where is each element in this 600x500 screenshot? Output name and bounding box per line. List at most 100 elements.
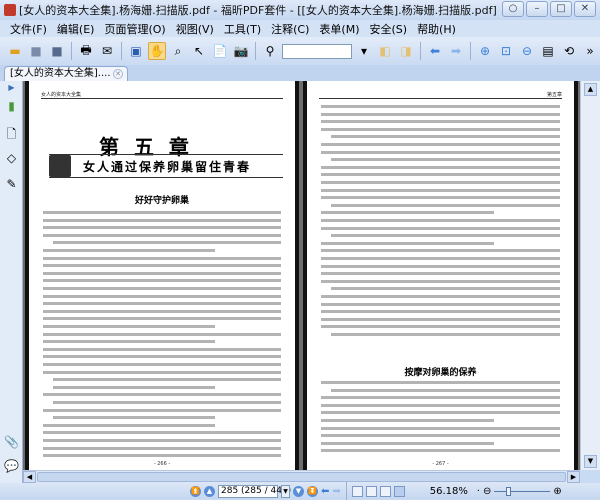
search-options-icon[interactable]: ▾	[355, 42, 373, 60]
text-line	[321, 381, 560, 384]
zoom-slider[interactable]	[494, 491, 550, 492]
menu-file[interactable]: 文件(F)	[10, 21, 47, 37]
scroll-right-icon[interactable]: ▶	[567, 471, 580, 483]
maximize-button[interactable]: □	[550, 1, 572, 17]
save-as-icon[interactable]: ■	[48, 42, 66, 60]
text-line	[321, 219, 560, 222]
search-input[interactable]	[282, 44, 352, 59]
restore-button[interactable]: ○	[502, 1, 524, 17]
text-line	[321, 280, 560, 283]
text-line	[43, 219, 281, 222]
scroll-down-icon[interactable]: ▼	[584, 455, 597, 468]
single-page-icon[interactable]	[352, 486, 363, 497]
attachments-icon[interactable]: 📎	[4, 435, 19, 450]
text-line	[43, 409, 281, 412]
text-line	[43, 317, 281, 320]
text-line	[43, 340, 215, 343]
expand-panel-icon[interactable]: ▶	[4, 83, 19, 98]
scroll-up-icon[interactable]: ▲	[584, 83, 597, 96]
text-line	[321, 173, 560, 176]
menu-view[interactable]: 视图(V)	[176, 21, 214, 37]
tab-close-icon[interactable]: ✕	[113, 69, 123, 79]
next-page-icon[interactable]: ▼	[293, 486, 304, 497]
scroll-thumb[interactable]	[37, 472, 566, 482]
text-line	[321, 434, 560, 437]
next-view-icon[interactable]: ➡	[332, 486, 340, 497]
text-line	[53, 378, 281, 381]
toolbar-more-icon[interactable]: »	[581, 42, 599, 60]
select-text-icon[interactable]: 📄	[211, 42, 229, 60]
text-line	[321, 227, 560, 230]
text-line	[321, 318, 560, 321]
rotate-icon[interactable]: ⟲	[560, 42, 578, 60]
text-line	[321, 189, 560, 192]
text-line	[321, 310, 560, 313]
last-page-icon[interactable]: ⏬	[307, 486, 318, 497]
zoom-in-button[interactable]: ⊕	[553, 486, 561, 497]
zoom-select-icon[interactable]: ⌕	[169, 42, 187, 60]
open-folder-icon[interactable]: ▬	[6, 42, 24, 60]
text-line	[43, 393, 281, 396]
layers-icon[interactable]: ◇	[4, 151, 19, 166]
scroll-left-icon[interactable]: ◀	[23, 471, 36, 483]
next-result-icon[interactable]: ◨	[397, 42, 415, 60]
navigation-sidebar: ▶ ▮ 🗋 ◇ ✎ 📎 💬	[0, 81, 23, 483]
text-line	[321, 211, 494, 214]
menu-form[interactable]: 表单(M)	[319, 21, 359, 37]
tab-document[interactable]: [女人的资本大全集].... ✕	[4, 66, 128, 81]
find-binoculars-icon[interactable]: ⚲	[261, 42, 279, 60]
zoom-out-button[interactable]: ⊖	[483, 486, 491, 497]
text-line	[43, 363, 281, 366]
actual-size-icon[interactable]: ▤	[539, 42, 557, 60]
menu-tools[interactable]: 工具(T)	[224, 21, 261, 37]
zoom-dropdown-icon[interactable]: ·	[477, 486, 480, 497]
full-screen-icon[interactable]: ▣	[127, 42, 145, 60]
previous-result-icon[interactable]: ◧	[376, 42, 394, 60]
menu-security[interactable]: 安全(S)	[369, 21, 407, 37]
continuous-icon[interactable]	[366, 486, 377, 497]
zoom-in-icon[interactable]: ⊕	[476, 42, 494, 60]
facing-icon[interactable]	[380, 486, 391, 497]
snapshot-icon[interactable]: 📷	[232, 42, 250, 60]
forward-arrow-icon[interactable]: ➡	[447, 42, 465, 60]
page-267: 第五章 按摩对卵巢的保养 - 267 -	[303, 81, 578, 470]
text-line	[43, 302, 281, 305]
text-line	[321, 181, 560, 184]
horizontal-scrollbar[interactable]: ◀ ▶	[23, 470, 580, 483]
toolbar: ▬ ■ ■ 🖶 ✉ ▣ ✋ ⌕ ↖ 📄 📷 ⚲ ▾ ◧ ◨ ⬅ ➡ ⊕ ⊡ ⊖ …	[0, 37, 600, 65]
print-icon[interactable]: 🖶	[77, 42, 95, 60]
page-header: 第五章	[319, 91, 562, 99]
menu-edit[interactable]: 编辑(E)	[57, 21, 95, 37]
text-line	[43, 272, 281, 275]
page-number-field[interactable]: 285 (285 / 445)	[218, 485, 278, 498]
page-dropdown-icon[interactable]: ▼	[281, 485, 290, 498]
text-line	[43, 249, 215, 252]
previous-view-icon[interactable]: ⬅	[321, 486, 329, 497]
hand-tool-icon[interactable]: ✋	[148, 42, 166, 60]
menu-help[interactable]: 帮助(H)	[417, 21, 456, 37]
zoom-to-icon[interactable]: ⊡	[497, 42, 515, 60]
zoom-out-icon[interactable]: ⊖	[518, 42, 536, 60]
email-icon[interactable]: ✉	[98, 42, 116, 60]
bookmarks-icon[interactable]: ▮	[4, 99, 19, 114]
minimize-button[interactable]: –	[526, 1, 548, 17]
text-line	[321, 105, 560, 108]
back-arrow-icon[interactable]: ⬅	[426, 42, 444, 60]
save-icon[interactable]: ■	[27, 42, 45, 60]
comments-icon[interactable]: 💬	[4, 459, 19, 474]
close-button[interactable]: ✕	[574, 1, 596, 17]
menu-comment[interactable]: 注释(C)	[271, 21, 309, 37]
menu-page-management[interactable]: 页面管理(O)	[104, 21, 165, 37]
signatures-icon[interactable]: ✎	[4, 177, 19, 192]
text-line	[321, 120, 560, 123]
continuous-facing-icon[interactable]	[394, 486, 405, 497]
pages-icon[interactable]: 🗋	[4, 125, 19, 140]
status-bar: ⏫ ▲ 285 (285 / 445) ▼ ▼ ⏬ ⬅ ➡ 56.18% · ⊖…	[0, 483, 600, 499]
select-arrow-icon[interactable]: ↖	[190, 42, 208, 60]
zoom-level[interactable]: 56.18%	[430, 486, 474, 497]
vertical-scrollbar[interactable]: ▲ ▼	[580, 81, 600, 470]
first-page-icon[interactable]: ⏫	[190, 486, 201, 497]
previous-page-icon[interactable]: ▲	[204, 486, 215, 497]
document-viewer[interactable]: 女人的资本大全集 第 五 章 女人通过保养卵巢留住青春 好好守护卵巢 - 266…	[23, 81, 580, 470]
zoom-slider-thumb[interactable]	[506, 487, 511, 496]
